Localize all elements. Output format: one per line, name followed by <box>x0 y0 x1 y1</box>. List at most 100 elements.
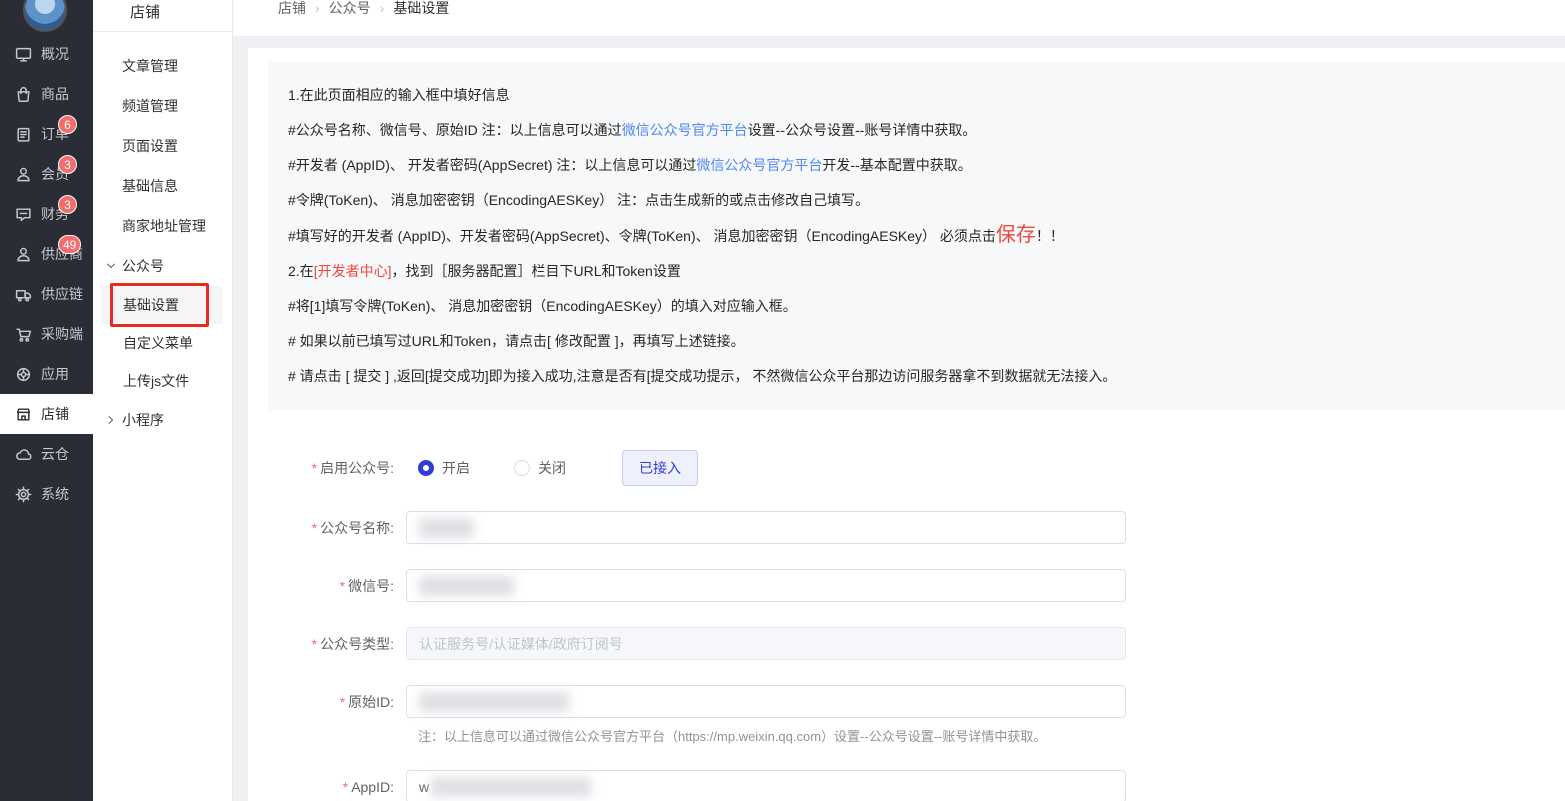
submenu-item-basic-settings[interactable]: 基础设置 <box>93 286 232 324</box>
radio-label: 关闭 <box>538 458 566 478</box>
sidebar-item-shop[interactable]: 店铺 <box>0 394 93 434</box>
notification-badge: 49 <box>58 235 81 254</box>
primary-nav: 概况商品订单6会员3财务3供应商49 供应链采购端应用店铺云仓系统 <box>0 34 93 514</box>
original-id-input[interactable] <box>406 685 1126 718</box>
sidebar-item-supplier[interactable]: 供应商49 <box>0 234 93 274</box>
sidebar-item-goods[interactable]: 商品 <box>0 74 93 114</box>
submenu-item-basic-info[interactable]: 基础信息 <box>93 166 232 206</box>
cart-icon <box>15 326 32 343</box>
instruction-text: # 如果以前已填写过URL和Token，请点击[ 修改配置 ]，再填写上述链接。 <box>288 333 745 349</box>
field-label: *AppID: <box>248 779 406 795</box>
store-icon <box>15 406 32 423</box>
instruction-line: #填写好的开发者 (AppID)、开发者密码(AppSecret)、令牌(ToK… <box>288 218 1545 254</box>
redacted-value <box>431 777 591 797</box>
sidebar-item-label: 概况 <box>41 44 69 64</box>
submenu-item-official-account[interactable]: 公众号 <box>93 246 232 286</box>
wechat-id-input[interactable] <box>406 569 1126 602</box>
instruction-text: #令牌(ToKen)、 消息加密密钥（EncodingAESKey） 注：点击生… <box>288 192 869 208</box>
submenu-list: 文章管理频道管理页面设置基础信息商家地址管理公众号基础设置自定义菜单上传js文件… <box>93 32 232 440</box>
submenu-item-channel-management[interactable]: 频道管理 <box>93 86 232 126</box>
submenu-item-article-management[interactable]: 文章管理 <box>93 46 232 86</box>
appid-input[interactable]: w <box>406 770 1126 801</box>
main-area: 店铺›公众号›基础设置 1.在此页面相应的输入框中填好信息#公众号名称、微信号、… <box>233 0 1565 801</box>
submenu-item-upload-js[interactable]: 上传js文件 <box>93 362 232 400</box>
instruction-line: 1.在此页面相应的输入框中填好信息 <box>288 78 1545 113</box>
redacted-value <box>419 576 514 596</box>
submenu-item-label: 公众号 <box>122 256 164 276</box>
breadcrumb-item[interactable]: 店铺 <box>278 0 306 20</box>
submenu-item-label: 页面设置 <box>122 136 178 156</box>
avatar[interactable] <box>23 0 67 32</box>
sidebar-item-finance[interactable]: 财务3 <box>0 194 93 234</box>
sidebar-item-cloud-warehouse[interactable]: 云仓 <box>0 434 93 474</box>
instruction-line: 2.在[开发者中心]，找到［服务器配置］栏目下URL和Token设置 <box>288 254 1545 289</box>
sidebar-item-members[interactable]: 会员3 <box>0 154 93 194</box>
instruction-text: #填写好的开发者 (AppID)、开发者密码(AppSecret)、令牌(ToK… <box>288 228 996 244</box>
sidebar-item-system[interactable]: 系统 <box>0 474 93 514</box>
instruction-text: ，找到［服务器配置］栏目下URL和Token设置 <box>391 263 680 279</box>
redacted-value <box>419 518 474 538</box>
enable-radio-group: 开启 关闭 已接入 <box>418 450 698 486</box>
submenu-item-mini-program[interactable]: 小程序 <box>93 400 232 440</box>
truck-icon <box>15 286 32 303</box>
radio-dot[interactable] <box>418 460 434 476</box>
wheel-icon <box>15 366 32 383</box>
save-emphasis: 保存 <box>996 224 1036 246</box>
radio-off[interactable]: 关闭 <box>514 458 566 478</box>
submenu-item-label: 小程序 <box>122 410 164 430</box>
required-asterisk: * <box>343 779 348 795</box>
submenu-item-page-settings[interactable]: 页面设置 <box>93 126 232 166</box>
notification-badge: 3 <box>58 155 77 174</box>
account-name-input[interactable] <box>406 511 1126 544</box>
instruction-text: #将[1]填写令牌(ToKen)、 消息加密密钥（EncodingAESKey）… <box>288 298 797 314</box>
required-asterisk: * <box>340 694 345 710</box>
user-icon <box>15 166 32 183</box>
radio-dot[interactable] <box>514 460 530 476</box>
clipboard-icon <box>15 126 32 143</box>
secondary-sidebar: 店铺 文章管理频道管理页面设置基础信息商家地址管理公众号基础设置自定义菜单上传j… <box>93 0 233 801</box>
required-asterisk: * <box>312 460 317 476</box>
chevron-right-icon <box>105 414 117 426</box>
sidebar-item-procurement[interactable]: 采购端 <box>0 314 93 354</box>
sidebar-item-label: 采购端 <box>41 324 83 344</box>
sidebar-item-overview[interactable]: 概况 <box>0 34 93 74</box>
sidebar-item-apps[interactable]: 应用 <box>0 354 93 394</box>
field-label: *启用公众号: <box>248 458 406 478</box>
sidebar-item-supply-chain[interactable]: 供应链 <box>0 274 93 314</box>
notification-badge: 3 <box>58 195 77 214</box>
breadcrumb-item[interactable]: 公众号 <box>329 0 371 20</box>
instruction-line: #令牌(ToKen)、 消息加密密钥（EncodingAESKey） 注：点击生… <box>288 183 1545 218</box>
instruction-link[interactable]: 微信公众号官方平台 <box>696 157 822 173</box>
submenu-item-label: 基础设置 <box>101 286 222 324</box>
sidebar-item-label: 供应链 <box>41 284 83 304</box>
bubble-icon <box>15 206 32 223</box>
radio-on[interactable]: 开启 <box>418 458 470 478</box>
account-type-input: 认证服务号/认证媒体/政府订阅号 <box>406 627 1126 660</box>
instruction-text: #公众号名称、微信号、原始ID 注：以上信息可以通过 <box>288 122 622 138</box>
monitor-icon <box>15 46 32 63</box>
original-id-note: 注：以上信息可以通过微信公众号官方平台（https://mp.weixin.qq… <box>418 726 1565 745</box>
cloud-icon <box>15 446 32 463</box>
sidebar-item-orders[interactable]: 订单6 <box>0 114 93 154</box>
settings-form: *启用公众号:开启关闭已接入*公众号名称:*微信号:*公众号类型:认证服务号/认… <box>248 410 1565 801</box>
redacted-value <box>419 692 569 712</box>
instruction-text: 设置--公众号设置--账号详情中获取。 <box>748 122 977 138</box>
instruction-text: # 请点击 [ 提交 ] ,返回[提交成功]即为接入成功,注意是否有[提交成功提… <box>288 368 1116 384</box>
submenu-item-label: 频道管理 <box>122 96 178 116</box>
sidebar-item-label: 云仓 <box>41 444 69 464</box>
instruction-text: 1.在此页面相应的输入框中填好信息 <box>288 87 510 103</box>
submenu-item-custom-menu[interactable]: 自定义菜单 <box>93 324 232 362</box>
instructions-panel: 1.在此页面相应的输入框中填好信息 #公众号名称、微信号、原始ID 注：以上信息可… <box>268 62 1565 410</box>
submenu-item-merchant-address[interactable]: 商家地址管理 <box>93 206 232 246</box>
wechat-id-row: *微信号: <box>248 569 1565 602</box>
instruction-text: 2.在 <box>288 263 314 279</box>
instruction-text: ！！ <box>1036 228 1064 244</box>
instruction-link[interactable]: 微信公众号官方平台 <box>622 122 748 138</box>
sidebar-item-label: 应用 <box>41 364 69 384</box>
connected-status-button[interactable]: 已接入 <box>622 450 698 486</box>
user-icon <box>15 246 32 263</box>
sidebar-item-label: 店铺 <box>41 404 69 424</box>
instruction-red-link[interactable]: [开发者中心] <box>314 263 392 279</box>
gear-icon <box>15 486 32 503</box>
field-label: *公众号类型: <box>248 634 406 654</box>
